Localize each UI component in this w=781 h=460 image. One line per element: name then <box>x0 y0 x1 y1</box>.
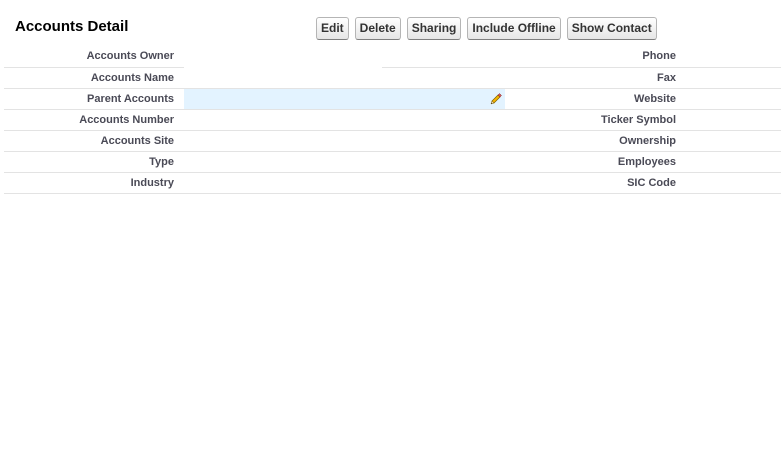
parent-accounts-label: Parent Accounts <box>86 93 174 105</box>
ownership-label: Ownership <box>619 135 676 147</box>
sharing-button[interactable]: Sharing <box>406 17 462 40</box>
field-row: Parent Accounts Website <box>4 89 781 110</box>
website-label: Website <box>634 93 676 105</box>
delete-button[interactable]: Delete <box>354 17 401 40</box>
field-row: Accounts Name Fax <box>4 67 781 89</box>
industry-label: Industry <box>130 177 174 189</box>
page-title: Accounts Detail <box>15 18 129 35</box>
employees-label: Employees <box>617 156 676 168</box>
field-row: Accounts Owner Phone <box>4 46 781 68</box>
field-row: Accounts Site Ownership <box>4 131 781 152</box>
edit-button[interactable]: Edit <box>316 17 349 40</box>
parent-accounts-value[interactable] <box>184 89 505 109</box>
accounts-owner-value[interactable] <box>184 46 505 67</box>
accounts-name-value[interactable] <box>184 67 382 88</box>
accounts-number-label: Accounts Number <box>79 114 174 126</box>
field-row: Accounts Number Ticker Symbol <box>4 110 781 131</box>
pencil-icon[interactable] <box>489 92 503 106</box>
fax-label: Fax <box>657 72 676 84</box>
ticker-symbol-label: Ticker Symbol <box>601 114 676 126</box>
accounts-owner-label: Accounts Owner <box>86 50 174 62</box>
sic-code-label: SIC Code <box>627 177 676 189</box>
detail-fields-table: Accounts Owner Phone Accounts Name Fax P… <box>4 46 781 194</box>
accounts-site-label: Accounts Site <box>100 135 174 147</box>
detail-toolbar: Edit Delete Sharing Include Offline Show… <box>316 17 657 40</box>
phone-label: Phone <box>642 50 676 62</box>
type-label: Type <box>149 156 174 168</box>
include-offline-button[interactable]: Include Offline <box>467 17 561 40</box>
show-contact-button[interactable]: Show Contact <box>566 17 657 40</box>
field-row: Industry SIC Code <box>4 173 781 194</box>
field-row: Type Employees <box>4 152 781 173</box>
accounts-name-label: Accounts Name <box>90 72 174 84</box>
